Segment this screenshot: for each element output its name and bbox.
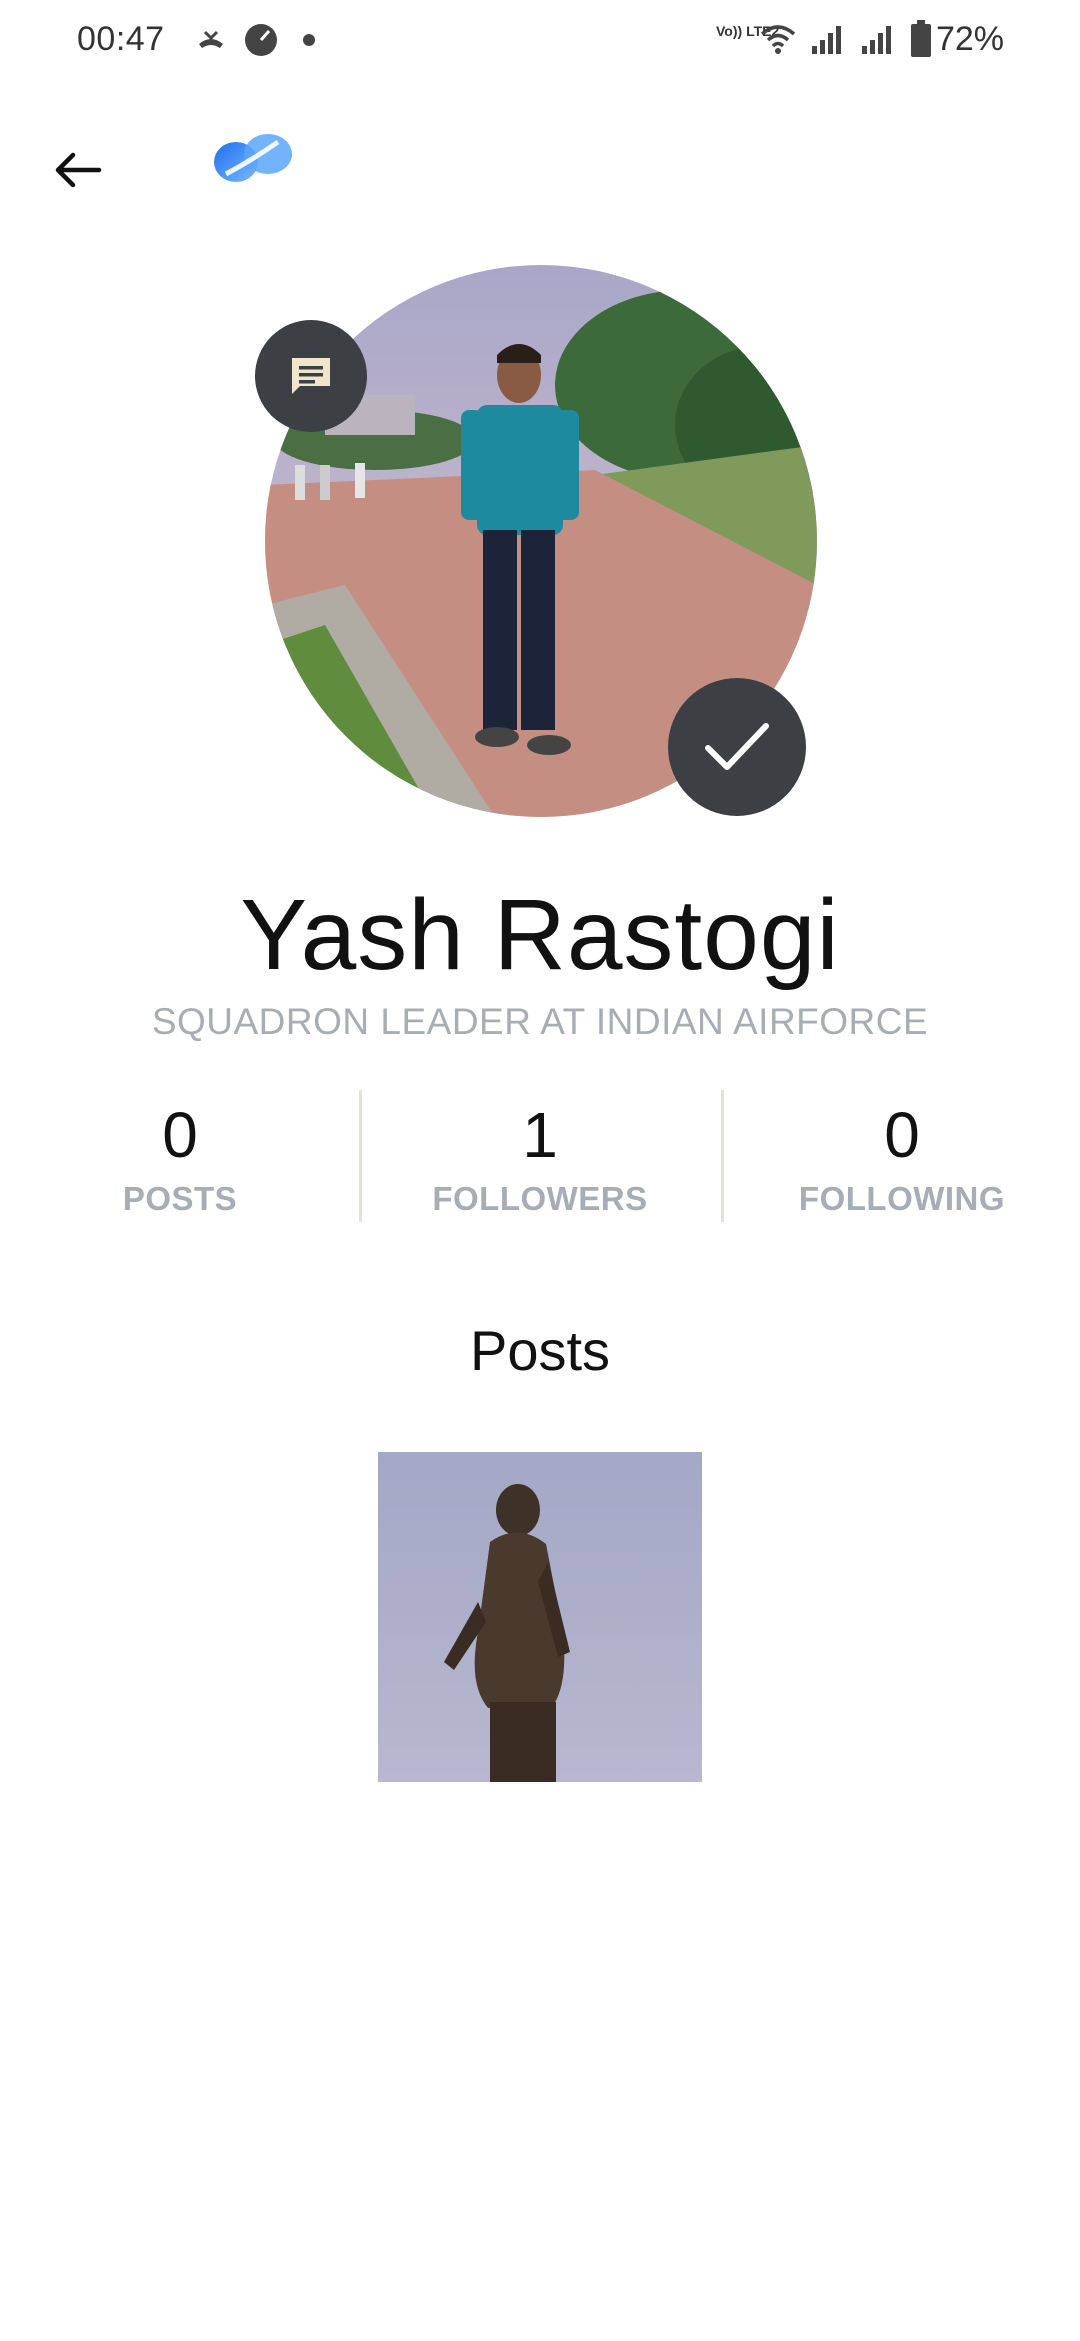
- checkmark-icon: [705, 723, 769, 770]
- stat-followers-label: FOLLOWERS: [432, 1180, 648, 1217]
- dot-icon: [303, 34, 315, 46]
- posts-heading: Posts: [469, 1319, 611, 1382]
- stat-following-label: FOLLOWING: [798, 1180, 1006, 1217]
- battery-icon: [911, 20, 931, 57]
- wifi-icon: [760, 25, 796, 54]
- speedometer-icon: [245, 24, 277, 56]
- app-logo-icon: [214, 134, 292, 182]
- signal-icon: [862, 26, 891, 54]
- stat-posts[interactable]: 0 POSTS: [0, 1090, 360, 1218]
- status-bar: 00:47 Vo)) LTE2 72%: [0, 0, 1080, 86]
- stat-following[interactable]: 0 FOLLOWING: [722, 1090, 1080, 1218]
- message-icon: [292, 358, 330, 394]
- message-button[interactable]: [255, 320, 367, 432]
- arrow-left-icon: [55, 152, 102, 188]
- back-button[interactable]: [38, 130, 118, 210]
- stat-following-value: 0: [884, 1099, 920, 1171]
- stat-followers[interactable]: 1 FOLLOWERS: [360, 1090, 720, 1218]
- battery-percent: 72%: [935, 20, 1004, 58]
- profile-name: Yash Rastogi: [240, 879, 840, 991]
- profile-stats: 0 POSTS 1 FOLLOWERS 0 FOLLOWING: [0, 1090, 1080, 1222]
- signal-icon: [812, 26, 841, 54]
- verified-badge-button[interactable]: [668, 678, 806, 816]
- missed-call-icon: [199, 30, 223, 48]
- stat-posts-label: POSTS: [122, 1180, 238, 1217]
- stat-followers-value: 1: [522, 1099, 558, 1171]
- profile-title: SQUADRON LEADER AT INDIAN AIRFORCE: [151, 1001, 929, 1042]
- post-thumbnail[interactable]: [378, 1452, 702, 1782]
- stat-posts-value: 0: [162, 1099, 198, 1171]
- status-time: 00:47: [77, 20, 165, 58]
